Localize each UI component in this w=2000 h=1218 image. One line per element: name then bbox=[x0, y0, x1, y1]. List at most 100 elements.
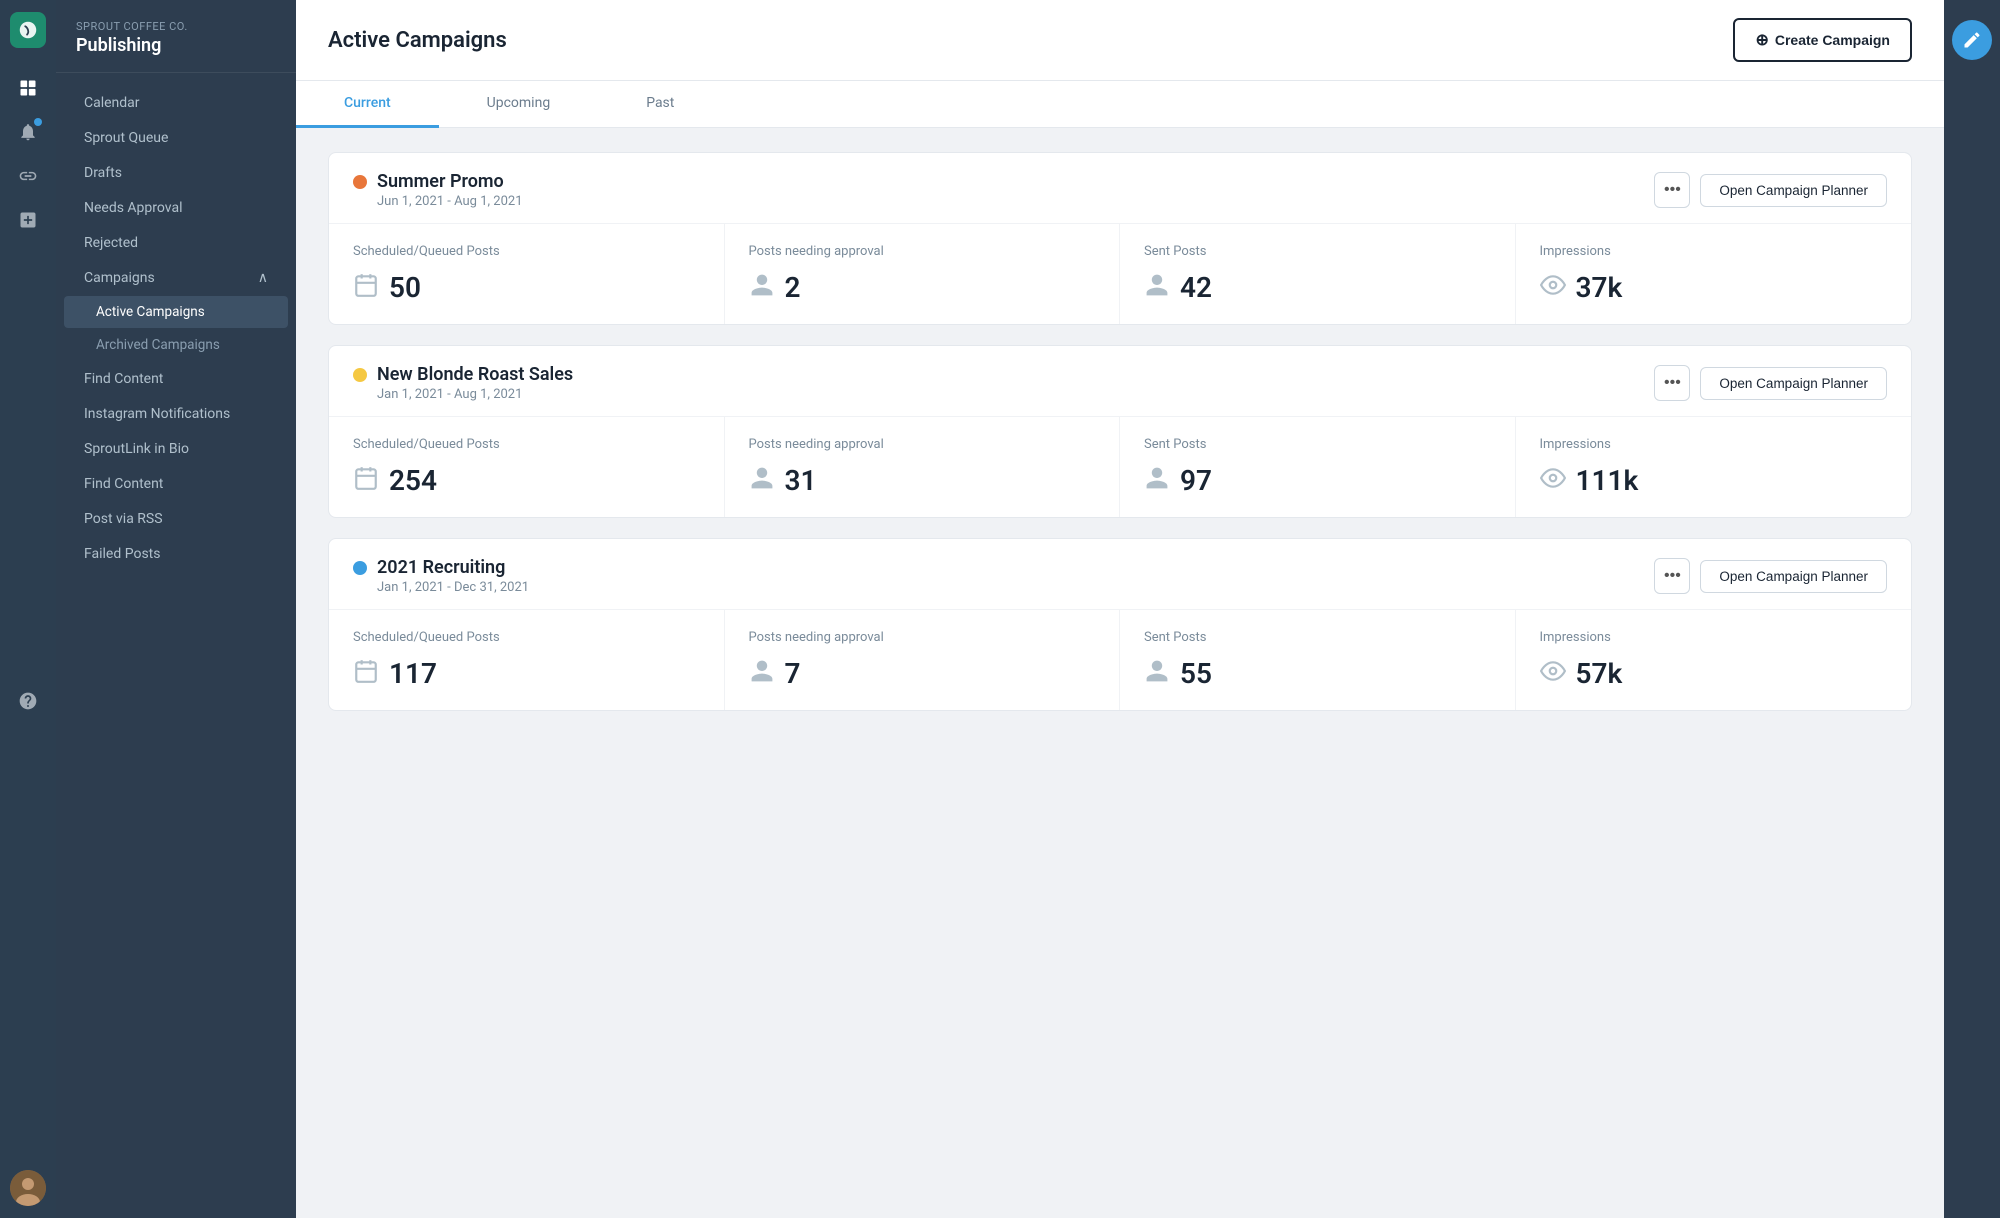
campaign-actions-blonde-roast: ••• Open Campaign Planner bbox=[1654, 365, 1887, 401]
campaign-stats-blonde-roast: Scheduled/Queued Posts 254 Posts needing… bbox=[329, 417, 1911, 517]
sidebar-item-archived-campaigns[interactable]: Archived Campaigns bbox=[64, 329, 288, 361]
tab-upcoming[interactable]: Upcoming bbox=[439, 81, 599, 128]
sidebar-item-find-content-1[interactable]: Find Content bbox=[64, 362, 288, 396]
stat-value-row: 37k bbox=[1540, 271, 1888, 304]
eye-icon bbox=[1540, 465, 1566, 497]
stat-value-row: 57k bbox=[1540, 657, 1888, 690]
company-name: Sprout Coffee Co. bbox=[76, 20, 276, 33]
stat-sent-blonde-roast: Sent Posts 97 bbox=[1120, 417, 1516, 517]
campaign-name-recruiting: 2021 Recruiting bbox=[377, 557, 505, 578]
stat-label: Scheduled/Queued Posts bbox=[353, 437, 700, 452]
sidebar: Sprout Coffee Co. Publishing Calendar Sp… bbox=[56, 0, 296, 1218]
publishing-nav-icon[interactable] bbox=[8, 68, 48, 108]
campaign-name-blonde-roast: New Blonde Roast Sales bbox=[377, 364, 573, 385]
stat-value-sent: 55 bbox=[1180, 657, 1212, 690]
campaign-dates-blonde-roast: Jan 1, 2021 - Aug 1, 2021 bbox=[377, 387, 573, 402]
sent-icon bbox=[1144, 272, 1170, 304]
stat-label: Sent Posts bbox=[1144, 244, 1491, 259]
plus-nav-icon[interactable] bbox=[8, 200, 48, 240]
sent-icon bbox=[1144, 658, 1170, 690]
tab-past[interactable]: Past bbox=[598, 81, 722, 128]
stat-value-impressions: 111k bbox=[1576, 464, 1639, 497]
sidebar-item-failed-posts[interactable]: Failed Posts bbox=[64, 537, 288, 571]
campaign-header-blonde-roast: New Blonde Roast Sales Jan 1, 2021 - Aug… bbox=[329, 346, 1911, 417]
open-planner-button-summer-promo[interactable]: Open Campaign Planner bbox=[1700, 174, 1887, 207]
bell-nav-icon[interactable] bbox=[8, 112, 48, 152]
stat-value-row: 42 bbox=[1144, 271, 1491, 304]
stat-approval-summer-promo: Posts needing approval 2 bbox=[725, 224, 1121, 324]
sidebar-item-find-content-2[interactable]: Find Content bbox=[64, 467, 288, 501]
campaign-info-blonde-roast: New Blonde Roast Sales Jan 1, 2021 - Aug… bbox=[353, 364, 573, 402]
sidebar-item-instagram-notifications[interactable]: Instagram Notifications bbox=[64, 397, 288, 431]
main-header: Active Campaigns ⊕ Create Campaign bbox=[296, 0, 1944, 81]
campaign-header-recruiting: 2021 Recruiting Jan 1, 2021 - Dec 31, 20… bbox=[329, 539, 1911, 610]
stat-approval-recruiting: Posts needing approval 7 bbox=[725, 610, 1121, 710]
page-title: Active Campaigns bbox=[328, 28, 507, 53]
approval-icon bbox=[749, 272, 775, 304]
sidebar-item-rejected[interactable]: Rejected bbox=[64, 226, 288, 260]
more-button-recruiting[interactable]: ••• bbox=[1654, 558, 1690, 594]
open-planner-button-blonde-roast[interactable]: Open Campaign Planner bbox=[1700, 367, 1887, 400]
tabs-bar: Current Upcoming Past bbox=[296, 81, 1944, 128]
product-name: Publishing bbox=[76, 35, 276, 56]
calendar-icon bbox=[353, 658, 379, 690]
more-button-blonde-roast[interactable]: ••• bbox=[1654, 365, 1690, 401]
stat-scheduled-summer-promo: Scheduled/Queued Posts 50 bbox=[329, 224, 725, 324]
approval-icon bbox=[749, 465, 775, 497]
sidebar-nav: Calendar Sprout Queue Drafts Needs Appro… bbox=[56, 73, 296, 584]
stat-value-row: 7 bbox=[749, 657, 1096, 690]
user-avatar[interactable] bbox=[10, 1170, 46, 1206]
content-area: Summer Promo Jun 1, 2021 - Aug 1, 2021 •… bbox=[296, 128, 1944, 1218]
create-campaign-button[interactable]: ⊕ Create Campaign bbox=[1733, 18, 1912, 62]
stat-value-row: 254 bbox=[353, 464, 700, 497]
sidebar-item-drafts[interactable]: Drafts bbox=[64, 156, 288, 190]
app-logo bbox=[10, 12, 46, 48]
stat-label: Impressions bbox=[1540, 437, 1888, 452]
open-planner-button-recruiting[interactable]: Open Campaign Planner bbox=[1700, 560, 1887, 593]
campaign-dot-recruiting bbox=[353, 561, 367, 575]
sidebar-item-calendar[interactable]: Calendar bbox=[64, 86, 288, 120]
campaign-actions-summer-promo: ••• Open Campaign Planner bbox=[1654, 172, 1887, 208]
stat-value-sent: 42 bbox=[1180, 271, 1212, 304]
campaign-dates-recruiting: Jan 1, 2021 - Dec 31, 2021 bbox=[377, 580, 529, 595]
edit-post-button[interactable] bbox=[1952, 20, 1992, 60]
stat-value-row: 55 bbox=[1144, 657, 1491, 690]
chevron-up-icon: ∧ bbox=[258, 270, 268, 286]
sidebar-item-sprout-queue[interactable]: Sprout Queue bbox=[64, 121, 288, 155]
stat-value-row: 31 bbox=[749, 464, 1096, 497]
eye-icon bbox=[1540, 658, 1566, 690]
stat-sent-recruiting: Sent Posts 55 bbox=[1120, 610, 1516, 710]
question-nav-icon[interactable] bbox=[8, 681, 48, 721]
sidebar-item-needs-approval[interactable]: Needs Approval bbox=[64, 191, 288, 225]
link-nav-icon[interactable] bbox=[8, 156, 48, 196]
sidebar-group-campaigns[interactable]: Campaigns ∧ bbox=[64, 261, 288, 295]
sidebar-item-post-via-rss[interactable]: Post via RSS bbox=[64, 502, 288, 536]
icon-rail bbox=[0, 0, 56, 1218]
eye-icon bbox=[1540, 272, 1566, 304]
stat-value-scheduled: 117 bbox=[389, 657, 437, 690]
stat-label: Posts needing approval bbox=[749, 630, 1096, 645]
sidebar-item-active-campaigns[interactable]: Active Campaigns bbox=[64, 296, 288, 328]
campaign-info-summer-promo: Summer Promo Jun 1, 2021 - Aug 1, 2021 bbox=[353, 171, 523, 209]
campaign-info-recruiting: 2021 Recruiting Jan 1, 2021 - Dec 31, 20… bbox=[353, 557, 529, 595]
stat-label: Sent Posts bbox=[1144, 630, 1491, 645]
campaign-title-row: Summer Promo bbox=[353, 171, 523, 192]
sidebar-item-sproutlink-in-bio[interactable]: SproutLink in Bio bbox=[64, 432, 288, 466]
stat-label: Posts needing approval bbox=[749, 244, 1096, 259]
tab-current[interactable]: Current bbox=[296, 81, 439, 128]
stat-value-row: 2 bbox=[749, 271, 1096, 304]
main-content: Active Campaigns ⊕ Create Campaign Curre… bbox=[296, 0, 1944, 1218]
campaign-title-row: 2021 Recruiting bbox=[353, 557, 529, 578]
campaign-dot-blonde-roast bbox=[353, 368, 367, 382]
stat-value-impressions: 57k bbox=[1576, 657, 1623, 690]
campaigns-label: Campaigns bbox=[84, 270, 155, 286]
stat-value-approval: 7 bbox=[785, 657, 801, 690]
stat-scheduled-blonde-roast: Scheduled/Queued Posts 254 bbox=[329, 417, 725, 517]
stat-value-approval: 31 bbox=[785, 464, 817, 497]
stat-label: Impressions bbox=[1540, 244, 1888, 259]
stat-value-sent: 97 bbox=[1180, 464, 1212, 497]
more-button-summer-promo[interactable]: ••• bbox=[1654, 172, 1690, 208]
stat-impressions-blonde-roast: Impressions 111k bbox=[1516, 417, 1912, 517]
calendar-icon bbox=[353, 465, 379, 497]
plus-circle-icon: ⊕ bbox=[1755, 30, 1768, 50]
